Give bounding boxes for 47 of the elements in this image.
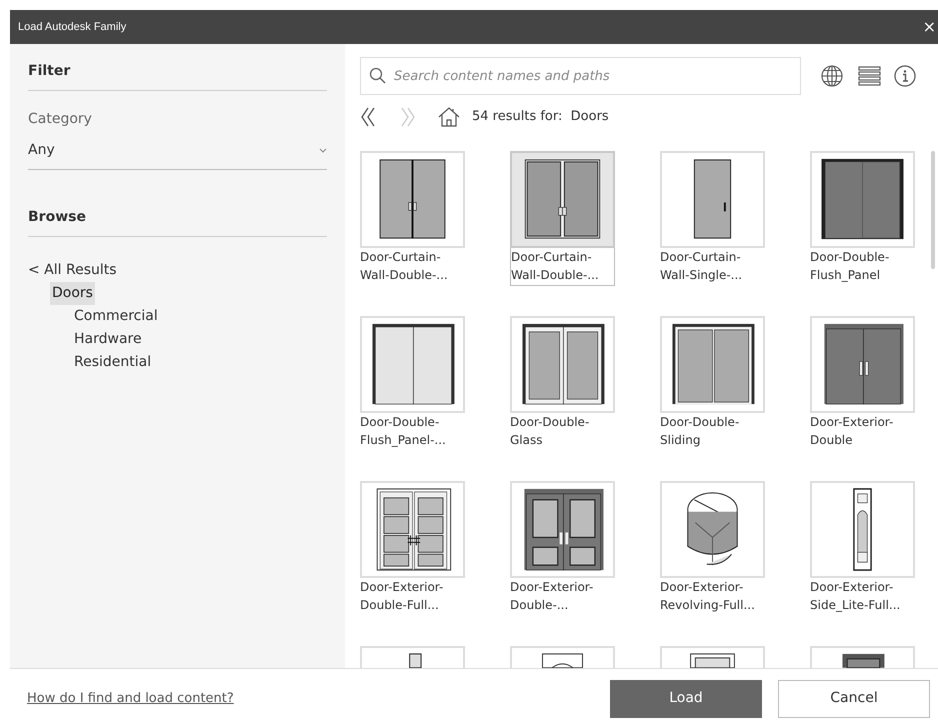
back-button[interactable] bbox=[360, 106, 376, 128]
results-count: 54 results for: Doors bbox=[472, 108, 609, 126]
chevron-down-icon bbox=[319, 148, 327, 153]
item-label[interactable]: Door-Curtain-Wall-Double-... bbox=[510, 248, 615, 286]
door-thumbnail[interactable] bbox=[660, 316, 765, 413]
cancel-button[interactable]: Cancel bbox=[778, 680, 930, 718]
door-thumbnail[interactable] bbox=[360, 481, 465, 578]
item-label[interactable]: Door-Double-Flush_Panel bbox=[810, 248, 915, 286]
door-thumbnail[interactable] bbox=[660, 481, 765, 578]
item-label[interactable]: Door-Curtain-Wall-Single-... bbox=[660, 248, 765, 286]
item-label[interactable]: Door-Curtain-Wall-Double-... bbox=[360, 248, 465, 286]
help-link[interactable]: How do I find and load content? bbox=[27, 688, 234, 708]
tree-item[interactable]: Hardware bbox=[72, 328, 144, 351]
door-thumbnail[interactable] bbox=[360, 151, 465, 248]
globe-icon[interactable] bbox=[820, 64, 844, 88]
load-button[interactable]: Load bbox=[610, 680, 762, 718]
browse-heading: Browse bbox=[28, 209, 86, 225]
tree-item[interactable]: Residential bbox=[72, 351, 154, 374]
all-results-link[interactable]: < All Results bbox=[28, 259, 117, 282]
item-label[interactable]: Door-Double-Flush_Panel-... bbox=[360, 413, 465, 451]
item-label[interactable]: Door-Exterior-Double bbox=[810, 413, 915, 451]
category-dropdown[interactable]: Any bbox=[28, 140, 327, 170]
item-label[interactable]: Door-Double-Sliding bbox=[660, 413, 765, 451]
item-label[interactable]: Door-Double-Glass bbox=[510, 413, 615, 451]
item-label[interactable]: Door-Exterior-Revolving-Full... bbox=[660, 578, 765, 616]
item-label[interactable]: Door-Exterior-Double-Full... bbox=[360, 578, 465, 616]
list-view-icon[interactable] bbox=[858, 66, 881, 86]
info-icon[interactable] bbox=[894, 65, 916, 87]
door-thumbnail[interactable] bbox=[510, 481, 615, 578]
door-thumbnail[interactable] bbox=[360, 316, 465, 413]
door-thumbnail[interactable] bbox=[510, 316, 615, 413]
item-label[interactable]: Door-Exterior-Side_Lite-Full... bbox=[810, 578, 915, 616]
tree-item[interactable]: Commercial bbox=[72, 305, 160, 328]
door-thumbnail[interactable] bbox=[810, 151, 915, 248]
search-field[interactable]: Search content names and paths bbox=[360, 57, 801, 95]
door-thumbnail[interactable] bbox=[660, 151, 765, 248]
home-icon[interactable] bbox=[438, 106, 460, 128]
door-thumbnail[interactable] bbox=[810, 481, 915, 578]
item-label[interactable]: Door-Exterior-Double-... bbox=[510, 578, 615, 616]
filter-heading: Filter bbox=[28, 63, 70, 79]
close-button[interactable]: × bbox=[922, 19, 936, 35]
search-icon bbox=[369, 67, 387, 85]
tree-item[interactable]: Doors bbox=[50, 282, 95, 305]
door-thumbnail[interactable] bbox=[510, 151, 615, 248]
door-thumbnail[interactable] bbox=[810, 316, 915, 413]
category-label: Category bbox=[28, 110, 93, 129]
window-title: Load Autodesk Family bbox=[18, 20, 126, 35]
